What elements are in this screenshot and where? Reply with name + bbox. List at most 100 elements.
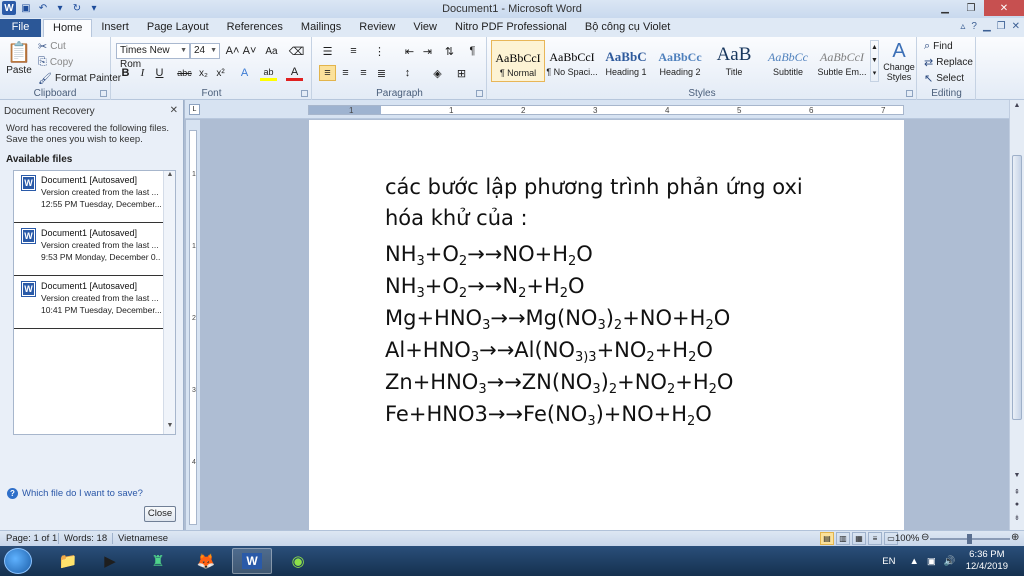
bullets-icon[interactable]: ☰ bbox=[319, 43, 336, 59]
tab-review[interactable]: Review bbox=[350, 19, 404, 37]
line-spacing-icon[interactable]: ↕ bbox=[399, 65, 416, 81]
change-case-button[interactable]: Aa bbox=[263, 43, 280, 59]
previous-page-icon[interactable]: ⇞ bbox=[1010, 488, 1024, 500]
tab-mailings[interactable]: Mailings bbox=[292, 19, 350, 37]
list-scrollbar[interactable]: ▲ ▼ bbox=[163, 171, 175, 434]
font-launcher-icon[interactable] bbox=[301, 90, 308, 97]
language-indicator[interactable]: Vietnamese bbox=[118, 533, 168, 544]
scroll-up-icon[interactable]: ▲ bbox=[1010, 102, 1024, 114]
file-explorer-icon[interactable]: 📁 bbox=[48, 548, 88, 574]
align-right-icon[interactable]: ≡ bbox=[355, 65, 372, 81]
styles-scroll[interactable]: ▲ ▼ ▾ bbox=[870, 40, 879, 82]
clear-formatting-icon[interactable]: ⌫ bbox=[288, 43, 305, 59]
tab-view[interactable]: View bbox=[404, 19, 446, 37]
clock[interactable]: 6:36 PM 12/4/2019 bbox=[966, 549, 1008, 573]
font-color-button[interactable]: A bbox=[286, 65, 303, 81]
zoom-level[interactable]: 100% bbox=[895, 533, 919, 544]
highlight-button[interactable]: ab bbox=[260, 65, 277, 81]
strikethrough-button[interactable]: abc bbox=[176, 65, 193, 81]
page-count[interactable]: Page: 1 of 1 bbox=[6, 533, 57, 544]
scroll-down-icon[interactable]: ▼ bbox=[1010, 472, 1024, 484]
text-effects-button[interactable]: A bbox=[236, 65, 253, 81]
tab-insert[interactable]: Insert bbox=[92, 19, 138, 37]
app-icon[interactable]: ♜ bbox=[138, 548, 178, 574]
bold-button[interactable]: B bbox=[117, 65, 134, 81]
underline-button[interactable]: U bbox=[151, 65, 168, 81]
style-heading-1[interactable]: AaBbC Heading 1 bbox=[599, 40, 653, 82]
show-formatting-button[interactable]: ¶ bbox=[464, 43, 481, 59]
tab-violet[interactable]: Bộ công cụ Violet bbox=[576, 19, 679, 37]
web-layout-icon[interactable]: ▦ bbox=[852, 532, 866, 545]
firefox-icon[interactable]: 🦊 bbox=[186, 548, 226, 574]
list-item[interactable]: W Document1 [Autosaved] Version created … bbox=[14, 277, 163, 329]
paragraph-launcher-icon[interactable] bbox=[476, 90, 483, 97]
borders-icon[interactable]: ⊞ bbox=[453, 65, 470, 81]
zoom-out-icon[interactable]: ⊖ bbox=[921, 532, 929, 543]
word-taskbar-icon[interactable]: W bbox=[232, 548, 272, 574]
align-center-icon[interactable]: ≡ bbox=[337, 65, 354, 81]
list-item[interactable]: W Document1 [Autosaved] Version created … bbox=[14, 171, 163, 223]
justify-icon[interactable]: ≣ bbox=[373, 65, 390, 81]
style-heading-2[interactable]: AaBbCc Heading 2 bbox=[653, 40, 707, 82]
volume-icon[interactable]: 🔊 bbox=[944, 556, 956, 567]
find-button[interactable]: ⌕ Find bbox=[924, 40, 953, 53]
style-subtitle[interactable]: AaBbCc Subtitle bbox=[761, 40, 815, 82]
input-language[interactable]: EN bbox=[882, 556, 895, 567]
select-button[interactable]: ↖ Select bbox=[924, 72, 964, 85]
network-icon[interactable]: ▣ bbox=[927, 556, 936, 567]
increase-indent-icon[interactable]: ⇥ bbox=[419, 43, 436, 59]
font-name-combo[interactable]: Times New Rom ▼ bbox=[116, 43, 190, 70]
numbering-icon[interactable]: ≡ bbox=[345, 43, 362, 59]
cut-button[interactable]: ✂ Cut bbox=[38, 40, 66, 53]
doc-restore-icon[interactable]: ❐ bbox=[997, 21, 1006, 32]
scroll-up-icon[interactable]: ▲ bbox=[164, 171, 176, 183]
zoom-slider[interactable] bbox=[930, 534, 1010, 544]
style-title[interactable]: AaB Title bbox=[707, 40, 761, 82]
minimize-button[interactable]: ▁ bbox=[932, 0, 958, 16]
tray-expand-icon[interactable]: ▲ bbox=[910, 556, 919, 567]
vertical-scrollbar[interactable]: ▲ ▼ ⇞ ● ⇟ bbox=[1009, 100, 1024, 530]
tab-home[interactable]: Home bbox=[43, 19, 93, 37]
next-page-icon[interactable]: ⇟ bbox=[1010, 514, 1024, 526]
tab-file[interactable]: File bbox=[0, 19, 41, 37]
minimize-ribbon-icon[interactable]: ▵ bbox=[960, 21, 965, 32]
scroll-down-icon[interactable]: ▼ bbox=[164, 422, 176, 434]
tab-selector-icon[interactable]: L bbox=[189, 104, 200, 115]
list-item[interactable]: W Document1 [Autosaved] Version created … bbox=[14, 224, 163, 276]
doc-close-icon[interactable]: ✕ bbox=[1012, 21, 1020, 32]
print-layout-icon[interactable]: ▤ bbox=[820, 532, 834, 545]
word-count[interactable]: Words: 18 bbox=[64, 533, 107, 544]
violet-app-icon[interactable]: ◉ bbox=[278, 548, 318, 574]
italic-button[interactable]: I bbox=[134, 65, 151, 81]
outline-icon[interactable]: ≡ bbox=[868, 532, 882, 545]
shading-icon[interactable]: ◈ bbox=[429, 65, 446, 81]
browse-object-icon[interactable]: ● bbox=[1010, 501, 1024, 513]
doc-minimize-icon[interactable]: ▁ bbox=[983, 21, 991, 32]
full-screen-reading-icon[interactable]: ▥ bbox=[836, 532, 850, 545]
help-link[interactable]: ? Which file do I want to save? bbox=[7, 488, 143, 499]
align-left-icon[interactable]: ≡ bbox=[319, 65, 336, 81]
media-player-icon[interactable]: ▶ bbox=[90, 548, 130, 574]
sort-icon[interactable]: ⇅ bbox=[441, 43, 458, 59]
zoom-slider-knob[interactable] bbox=[967, 534, 972, 544]
clipboard-launcher-icon[interactable] bbox=[100, 90, 107, 97]
shrink-font-button[interactable]: A˅ bbox=[241, 43, 258, 59]
subscript-button[interactable]: x₂ bbox=[195, 65, 212, 81]
change-styles-button[interactable]: A Change Styles bbox=[881, 40, 917, 82]
style-normal[interactable]: AaBbCcI ¶ Normal bbox=[491, 40, 545, 82]
multilevel-list-icon[interactable]: ⋮ bbox=[371, 43, 388, 59]
tab-nitro-pdf[interactable]: Nitro PDF Professional bbox=[446, 19, 576, 37]
close-button[interactable]: Close bbox=[144, 506, 176, 522]
copy-button[interactable]: ⎘ Copy bbox=[38, 56, 73, 69]
grow-font-button[interactable]: A˄ bbox=[224, 43, 241, 59]
decrease-indent-icon[interactable]: ⇤ bbox=[401, 43, 418, 59]
style-no-spacing[interactable]: AaBbCcI ¶ No Spaci... bbox=[545, 40, 599, 82]
paste-button[interactable]: 📋 Paste bbox=[6, 40, 32, 76]
style-subtle-emphasis[interactable]: AaBbCcI Subtle Em... bbox=[815, 40, 869, 82]
restore-button[interactable]: ❐ bbox=[958, 0, 984, 16]
superscript-button[interactable]: x² bbox=[212, 65, 229, 81]
document-page[interactable]: các bước lập phương trình phản ứng oxi h… bbox=[309, 120, 904, 530]
format-painter-button[interactable]: 🖌 Format Painter bbox=[38, 72, 121, 85]
horizontal-ruler[interactable]: 1 1 2 3 4 5 6 7 bbox=[308, 105, 904, 115]
zoom-in-icon[interactable]: ⊕ bbox=[1011, 532, 1019, 543]
